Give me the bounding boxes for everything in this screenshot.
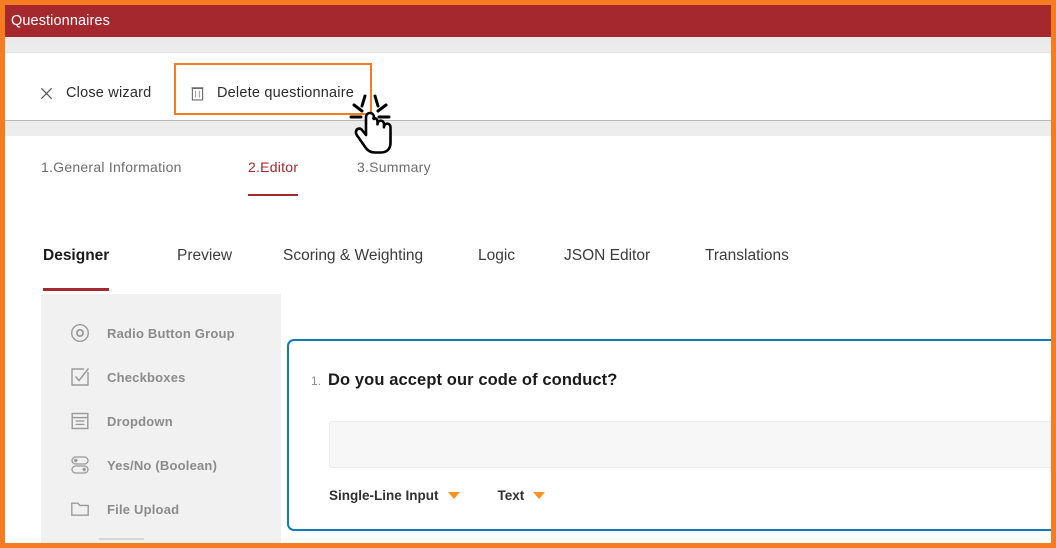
palette-item-label: Yes/No (Boolean) — [107, 457, 218, 473]
question-text[interactable]: Do you accept our code of conduct? — [328, 371, 617, 390]
wizard-step-editor[interactable]: 2.Editor — [248, 159, 299, 196]
folder-icon — [69, 498, 91, 520]
question-answer-input[interactable] — [329, 421, 1051, 468]
input-type-select[interactable]: Single-Line Input — [329, 488, 460, 503]
delete-questionnaire-label: Delete questionnaire — [217, 85, 355, 101]
chevron-down-icon — [533, 492, 546, 499]
question-number: 1. — [311, 374, 322, 388]
palette-item-file-upload[interactable]: File Upload — [69, 498, 179, 520]
tab-logic[interactable]: Logic — [478, 247, 515, 288]
radio-button-icon — [69, 322, 91, 344]
close-icon — [38, 84, 54, 102]
editor-tabs: Designer Preview Scoring & Weighting Log… — [5, 225, 1051, 295]
palette-item-label: Radio Button Group — [107, 325, 235, 341]
tab-translations[interactable]: Translations — [705, 247, 789, 288]
header-strip — [5, 37, 1051, 53]
app-window: Questionnaires Close wizard Delete quest… — [5, 5, 1051, 543]
close-wizard-label: Close wizard — [66, 85, 152, 101]
question-card[interactable]: 1. Do you accept our code of conduct? Si… — [287, 339, 1051, 531]
palette-item-checkboxes[interactable]: Checkboxes — [69, 366, 186, 388]
toggle-icon — [69, 454, 91, 476]
wizard-step-summary[interactable]: 3.Summary — [357, 159, 431, 194]
data-type-value: Text — [497, 488, 525, 503]
question-type-controls: Single-Line Input Text — [329, 488, 546, 503]
checkbox-icon — [69, 366, 91, 388]
palette-item-yes-no-boolean[interactable]: Yes/No (Boolean) — [69, 454, 217, 476]
wizard-toolbar: Close wizard Delete questionnaire — [5, 53, 1051, 120]
wizard-steps: 1.General Information 2.Editor 3.Summary — [5, 136, 1051, 200]
tab-json-editor[interactable]: JSON Editor — [564, 247, 650, 288]
palette-item-label: Checkboxes — [107, 369, 186, 385]
tab-designer[interactable]: Designer — [43, 247, 110, 291]
trash-icon — [189, 84, 205, 102]
app-header: Questionnaires — [5, 5, 1051, 37]
chevron-down-icon — [447, 492, 460, 499]
palette-item-dropdown[interactable]: Dropdown — [69, 410, 173, 432]
page-title: Questionnaires — [11, 12, 110, 29]
delete-questionnaire-button[interactable]: Delete questionnaire — [183, 83, 360, 103]
close-wizard-button[interactable]: Close wizard — [32, 83, 157, 103]
wizard-step-general-information[interactable]: 1.General Information — [41, 159, 182, 194]
question-title: 1. Do you accept our code of conduct? — [311, 371, 617, 390]
dropdown-icon — [69, 410, 91, 432]
tab-scoring-weighting[interactable]: Scoring & Weighting — [283, 247, 423, 288]
palette-item-radio-button-group[interactable]: Radio Button Group — [69, 322, 235, 344]
designer-panel: Radio Button Group Checkboxes Dropdown Y… — [5, 294, 1051, 543]
input-type-value: Single-Line Input — [329, 488, 439, 503]
palette-item-label: Dropdown — [107, 413, 173, 429]
element-palette: Radio Button Group Checkboxes Dropdown Y… — [41, 294, 281, 543]
screenshot-frame: Questionnaires Close wizard Delete quest… — [0, 0, 1056, 548]
palette-item-label: File Upload — [107, 501, 180, 517]
tab-preview[interactable]: Preview — [177, 247, 232, 288]
data-type-select[interactable]: Text — [498, 488, 546, 503]
palette-divider — [99, 538, 144, 540]
